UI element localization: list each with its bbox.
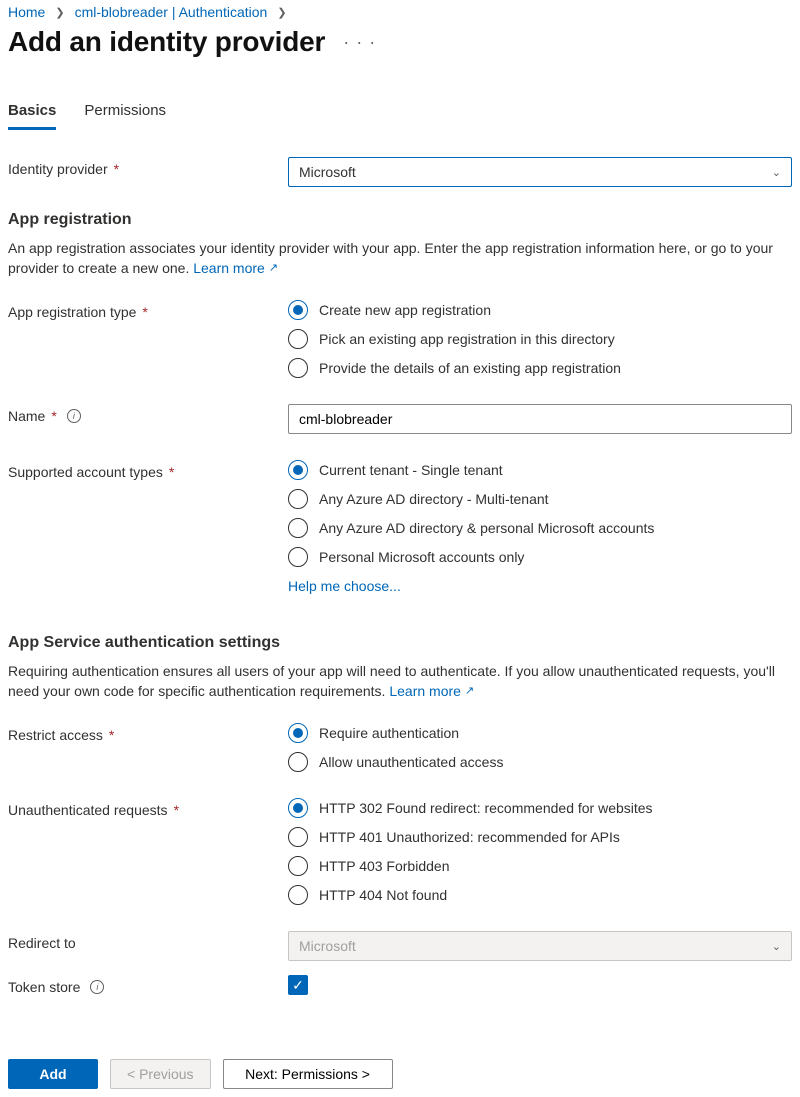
required-indicator: * [142, 304, 147, 320]
name-label: Name [8, 408, 45, 424]
radio-provide-details[interactable]: Provide the details of an existing app r… [288, 358, 792, 378]
radio-label: Pick an existing app registration in thi… [319, 331, 615, 347]
radio-label: Current tenant - Single tenant [319, 462, 503, 478]
tabs: Basics Permissions [8, 102, 792, 131]
radio-icon [288, 460, 308, 480]
radio-http-404[interactable]: HTTP 404 Not found [288, 885, 792, 905]
radio-create-new[interactable]: Create new app registration [288, 300, 792, 320]
restrict-access-label: Restrict access [8, 727, 103, 743]
learn-more-link[interactable]: Learn more ↗ [389, 682, 474, 702]
name-input[interactable] [288, 404, 792, 434]
chevron-down-icon: ⌄ [772, 166, 781, 179]
radio-label: Any Azure AD directory & personal Micros… [319, 520, 654, 536]
radio-label: HTTP 302 Found redirect: recommended for… [319, 800, 653, 816]
previous-button: < Previous [110, 1059, 211, 1089]
redirect-to-select: Microsoft ⌄ [288, 931, 792, 961]
identity-provider-select[interactable]: Microsoft ⌄ [288, 157, 792, 187]
tab-permissions[interactable]: Permissions [84, 102, 166, 130]
chevron-right-icon: ❯ [277, 6, 286, 19]
token-store-label: Token store [8, 979, 80, 995]
radio-label: Require authentication [319, 725, 459, 741]
chevron-right-icon: ❯ [55, 6, 64, 19]
info-icon[interactable]: i [90, 980, 104, 994]
breadcrumb: Home ❯ cml-blobreader | Authentication ❯ [8, 0, 792, 26]
radio-label: Provide the details of an existing app r… [319, 360, 621, 376]
required-indicator: * [109, 727, 114, 743]
external-link-icon: ↗ [465, 684, 474, 699]
auth-settings-desc: Requiring authentication ensures all use… [8, 662, 792, 701]
radio-multi-personal[interactable]: Any Azure AD directory & personal Micros… [288, 518, 792, 538]
identity-provider-label: Identity provider [8, 161, 108, 177]
next-button[interactable]: Next: Permissions > [223, 1059, 393, 1089]
radio-icon [288, 300, 308, 320]
chevron-down-icon: ⌄ [772, 940, 781, 953]
radio-http-401[interactable]: HTTP 401 Unauthorized: recommended for A… [288, 827, 792, 847]
radio-label: Personal Microsoft accounts only [319, 549, 524, 565]
app-registration-heading: App registration [8, 211, 792, 229]
required-indicator: * [169, 464, 174, 480]
radio-single-tenant[interactable]: Current tenant - Single tenant [288, 460, 792, 480]
help-me-choose-link[interactable]: Help me choose... [288, 578, 792, 594]
radio-label: HTTP 404 Not found [319, 887, 447, 903]
radio-icon [288, 798, 308, 818]
radio-icon [288, 723, 308, 743]
radio-personal-only[interactable]: Personal Microsoft accounts only [288, 547, 792, 567]
app-registration-desc: An app registration associates your iden… [8, 239, 792, 278]
auth-settings-heading: App Service authentication settings [8, 634, 792, 652]
redirect-to-value: Microsoft [299, 938, 356, 954]
radio-label: HTTP 401 Unauthorized: recommended for A… [319, 829, 620, 845]
radio-icon [288, 329, 308, 349]
radio-pick-existing[interactable]: Pick an existing app registration in thi… [288, 329, 792, 349]
radio-icon [288, 518, 308, 538]
radio-icon [288, 827, 308, 847]
breadcrumb-home[interactable]: Home [8, 4, 45, 20]
info-icon[interactable]: i [67, 409, 81, 423]
add-button[interactable]: Add [8, 1059, 98, 1089]
radio-http-403[interactable]: HTTP 403 Forbidden [288, 856, 792, 876]
page-title: Add an identity provider [8, 26, 325, 58]
radio-icon [288, 885, 308, 905]
radio-label: Allow unauthenticated access [319, 754, 503, 770]
radio-icon [288, 358, 308, 378]
breadcrumb-parent[interactable]: cml-blobreader | Authentication [75, 4, 268, 20]
radio-require-auth[interactable]: Require authentication [288, 723, 792, 743]
required-indicator: * [114, 161, 119, 177]
external-link-icon: ↗ [269, 261, 278, 276]
identity-provider-value: Microsoft [299, 164, 356, 180]
radio-multi-tenant[interactable]: Any Azure AD directory - Multi-tenant [288, 489, 792, 509]
radio-icon [288, 856, 308, 876]
account-types-label: Supported account types [8, 464, 163, 480]
radio-icon [288, 547, 308, 567]
unauth-requests-label: Unauthenticated requests [8, 802, 168, 818]
tab-basics[interactable]: Basics [8, 102, 56, 130]
footer: Add < Previous Next: Permissions > [8, 1059, 393, 1089]
more-actions-icon[interactable]: · · · [343, 32, 376, 53]
radio-label: HTTP 403 Forbidden [319, 858, 449, 874]
check-icon: ✓ [292, 977, 304, 994]
radio-label: Create new app registration [319, 302, 491, 318]
radio-http-302[interactable]: HTTP 302 Found redirect: recommended for… [288, 798, 792, 818]
required-indicator: * [174, 802, 179, 818]
radio-icon [288, 489, 308, 509]
app-reg-type-label: App registration type [8, 304, 136, 320]
radio-label: Any Azure AD directory - Multi-tenant [319, 491, 549, 507]
radio-allow-unauth[interactable]: Allow unauthenticated access [288, 752, 792, 772]
token-store-checkbox[interactable]: ✓ [288, 975, 308, 995]
redirect-to-label: Redirect to [8, 935, 76, 951]
required-indicator: * [51, 408, 56, 424]
learn-more-link[interactable]: Learn more ↗ [193, 259, 278, 279]
radio-icon [288, 752, 308, 772]
